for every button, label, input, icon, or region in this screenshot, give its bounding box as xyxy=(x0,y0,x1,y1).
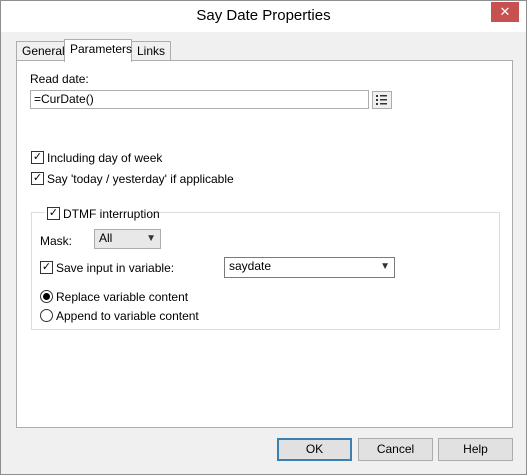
checkmark-icon: ✓ xyxy=(32,151,43,163)
tab-links[interactable]: Links xyxy=(131,41,171,61)
parameters-panel: Read date: =CurDate() ✓ Including day of… xyxy=(16,60,513,428)
replace-label: Replace variable content xyxy=(56,290,189,304)
chevron-down-icon: ▼ xyxy=(380,261,390,272)
dtmf-checkbox[interactable]: ✓ xyxy=(47,207,60,220)
dialog-window: Say Date Properties ✕ General Parameters… xyxy=(0,0,527,475)
tab-general[interactable]: General xyxy=(16,41,65,61)
cancel-button[interactable]: Cancel xyxy=(358,438,433,461)
dtmf-legend: ✓ DTMF interruption xyxy=(45,206,160,221)
include-day-label: Including day of week xyxy=(47,151,163,165)
variable-select[interactable]: saydate ▼ xyxy=(224,257,395,278)
dialog-client-area: General Parameters Links Read date: =Cur… xyxy=(1,32,526,474)
read-date-input[interactable]: =CurDate() xyxy=(30,90,369,109)
save-input-checkbox[interactable]: ✓ xyxy=(40,261,53,274)
read-date-label: Read date: xyxy=(30,72,89,86)
help-button[interactable]: Help xyxy=(438,438,513,461)
checkmark-icon: ✓ xyxy=(32,172,43,184)
append-radio[interactable] xyxy=(40,309,53,322)
mask-label: Mask: xyxy=(40,234,73,248)
save-input-label: Save input in variable: xyxy=(56,261,175,275)
window-title: Say Date Properties xyxy=(196,7,331,24)
append-label: Append to variable content xyxy=(56,309,199,323)
close-icon[interactable]: ✕ xyxy=(491,2,519,22)
mask-select[interactable]: All ▼ xyxy=(94,229,161,249)
replace-radio[interactable] xyxy=(40,290,53,303)
say-today-label: Say 'today / yesterday' if applicable xyxy=(47,172,234,186)
say-today-checkbox[interactable]: ✓ xyxy=(31,172,44,185)
radio-dot-icon xyxy=(43,293,50,300)
checkmark-icon: ✓ xyxy=(41,261,52,273)
include-day-checkbox[interactable]: ✓ xyxy=(31,151,44,164)
dtmf-label: DTMF interruption xyxy=(63,207,160,221)
expression-editor-button[interactable] xyxy=(372,91,392,109)
chevron-down-icon: ▼ xyxy=(146,233,156,244)
title-bar: Say Date Properties ✕ xyxy=(1,1,526,32)
list-icon xyxy=(376,95,387,105)
ok-button[interactable]: OK xyxy=(277,438,352,461)
checkmark-icon: ✓ xyxy=(48,207,59,219)
variable-value: saydate xyxy=(229,259,272,273)
mask-value: All xyxy=(99,231,113,245)
tab-parameters[interactable]: Parameters xyxy=(64,39,132,62)
